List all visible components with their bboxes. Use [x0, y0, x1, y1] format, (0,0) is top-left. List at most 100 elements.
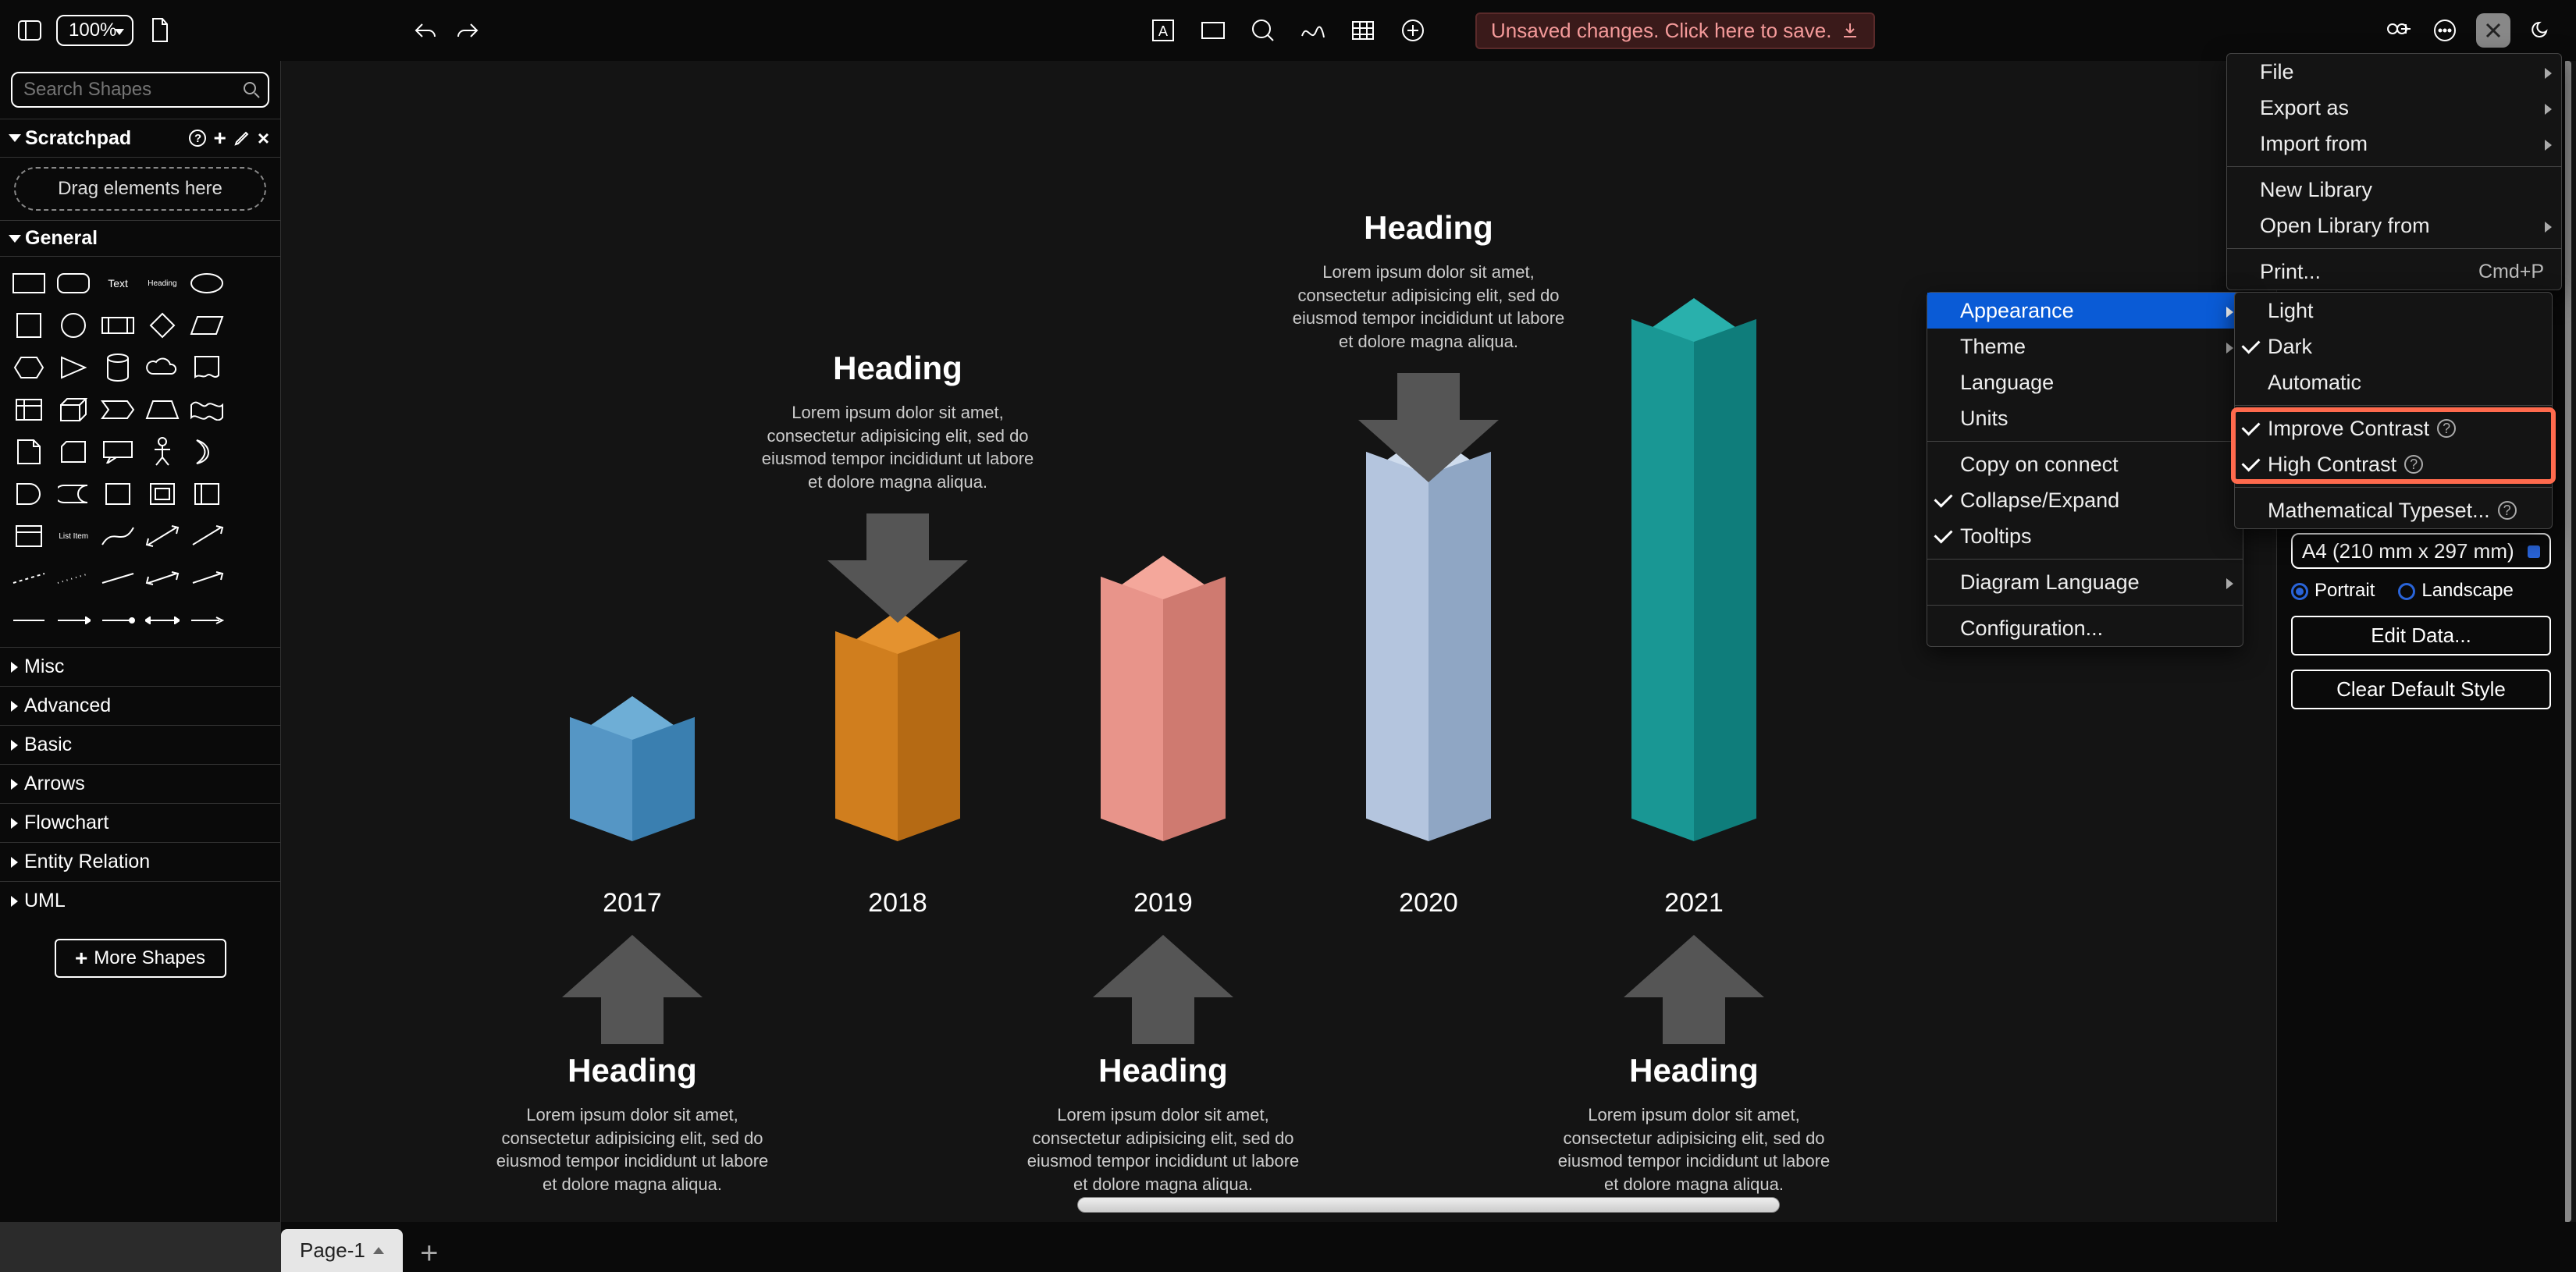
appearance-math-typeset[interactable]: Mathematical Typeset...?: [2235, 492, 2552, 528]
shape-container[interactable]: [98, 477, 138, 511]
menu-theme[interactable]: Theme: [1927, 329, 2243, 364]
shape-blank[interactable]: [231, 266, 271, 300]
shape-curve[interactable]: [98, 519, 138, 553]
shape-oarrow[interactable]: [187, 561, 226, 595]
shape-cylinder[interactable]: [98, 350, 138, 385]
edit-scratch-icon[interactable]: [233, 129, 251, 147]
menu-copy-on-connect[interactable]: Copy on connect: [1927, 446, 2243, 482]
shape-blank8[interactable]: [231, 561, 271, 595]
shape-blank5[interactable]: [231, 435, 271, 469]
more-menu-button[interactable]: [2429, 15, 2460, 46]
menu-open-library-from[interactable]: Open Library from: [2227, 208, 2561, 243]
shape-listitem[interactable]: List Item: [54, 519, 94, 553]
shape-note[interactable]: [9, 435, 49, 469]
menu-file[interactable]: File: [2227, 54, 2561, 90]
search-shapes-input[interactable]: [11, 72, 269, 108]
rect-tool-button[interactable]: [1197, 15, 1229, 46]
shape-doc[interactable]: [187, 350, 226, 385]
add-page-button[interactable]: +: [411, 1235, 448, 1272]
appearance-light[interactable]: Light: [2235, 293, 2552, 329]
shape-square[interactable]: [9, 308, 49, 343]
freehand-tool-button[interactable]: [1297, 15, 1329, 46]
menu-import-from[interactable]: Import from: [2227, 126, 2561, 162]
category-flowchart[interactable]: Flowchart: [0, 803, 280, 842]
shape-biline[interactable]: [142, 561, 182, 595]
shape-blank3[interactable]: [231, 350, 271, 385]
category-misc[interactable]: Misc: [0, 647, 280, 686]
category-arrows[interactable]: Arrows: [0, 764, 280, 803]
orientation-landscape[interactable]: Landscape: [2398, 580, 2513, 602]
shape-callout[interactable]: [98, 435, 138, 469]
zoom-select[interactable]: 100%: [56, 15, 133, 46]
app-logo-button[interactable]: [2476, 13, 2510, 48]
theme-toggle-button[interactable]: [2526, 15, 2557, 46]
insert-button[interactable]: [1397, 15, 1429, 46]
shape-internal[interactable]: [9, 393, 49, 427]
clear-style-button[interactable]: Clear Default Style: [2291, 670, 2551, 709]
more-shapes-button[interactable]: + More Shapes: [55, 939, 226, 978]
shape-card[interactable]: [54, 435, 94, 469]
shape-actor[interactable]: [142, 435, 182, 469]
menu-tooltips[interactable]: Tooltips: [1927, 518, 2243, 554]
close-scratch-icon[interactable]: ×: [258, 126, 269, 151]
horizontal-scrollbar[interactable]: [1077, 1197, 1780, 1213]
shape-dotted[interactable]: [54, 561, 94, 595]
appearance-dark[interactable]: Dark: [2235, 329, 2552, 364]
ellipse-tool-button[interactable]: [1247, 15, 1279, 46]
shape-step[interactable]: [98, 393, 138, 427]
shape-heading[interactable]: Heading: [142, 266, 182, 300]
shape-ellipse[interactable]: [187, 266, 226, 300]
help-icon[interactable]: ?: [2404, 455, 2423, 474]
redo-button[interactable]: [452, 15, 483, 46]
shape-conn5[interactable]: [187, 603, 226, 638]
menu-collapse-expand[interactable]: Collapse/Expand: [1927, 482, 2243, 518]
shape-triangle[interactable]: [54, 350, 94, 385]
shape-blank2[interactable]: [231, 308, 271, 343]
shape-conn4[interactable]: [142, 603, 182, 638]
shape-text[interactable]: Text: [98, 266, 138, 300]
shape-parallelogram[interactable]: [187, 308, 226, 343]
appearance-automatic[interactable]: Automatic: [2235, 364, 2552, 400]
shape-hex[interactable]: [9, 350, 49, 385]
category-uml[interactable]: UML: [0, 881, 280, 920]
text-tool-button[interactable]: A: [1147, 15, 1179, 46]
appearance-improve-contrast[interactable]: Improve Contrast?: [2235, 410, 2552, 446]
category-advanced[interactable]: Advanced: [0, 686, 280, 725]
unsaved-changes-banner[interactable]: Unsaved changes. Click here to save.: [1475, 12, 1875, 49]
new-page-button[interactable]: [144, 15, 176, 46]
menu-new-library[interactable]: New Library: [2227, 172, 2561, 208]
menu-configuration[interactable]: Configuration...: [1927, 610, 2243, 646]
menu-appearance[interactable]: Appearance: [1927, 293, 2243, 329]
shape-dashed[interactable]: [9, 561, 49, 595]
shape-cloud[interactable]: [142, 350, 182, 385]
shape-rounded[interactable]: [54, 266, 94, 300]
appearance-high-contrast[interactable]: High Contrast?: [2235, 446, 2552, 482]
shape-list[interactable]: [9, 519, 49, 553]
toggle-sidebar-button[interactable]: [14, 15, 45, 46]
shape-process[interactable]: [98, 308, 138, 343]
menu-print[interactable]: Print...Cmd+P: [2227, 254, 2561, 290]
scratchpad-header[interactable]: Scratchpad ? + ×: [0, 119, 280, 158]
help-icon[interactable]: ?: [188, 129, 207, 147]
menu-export-as[interactable]: Export as: [2227, 90, 2561, 126]
share-button[interactable]: [2382, 15, 2414, 46]
menu-language[interactable]: Language: [1927, 364, 2243, 400]
shape-blank4[interactable]: [231, 393, 271, 427]
orientation-portrait[interactable]: Portrait: [2291, 580, 2375, 602]
edit-data-button[interactable]: Edit Data...: [2291, 616, 2551, 656]
shape-datastore[interactable]: [54, 477, 94, 511]
shape-cube[interactable]: [54, 393, 94, 427]
shape-and[interactable]: [9, 477, 49, 511]
undo-button[interactable]: [410, 15, 441, 46]
shape-circle[interactable]: [54, 308, 94, 343]
menu-diagram-language[interactable]: Diagram Language: [1927, 564, 2243, 600]
shape-or[interactable]: [187, 435, 226, 469]
shape-arrow[interactable]: [187, 519, 226, 553]
shape-blank7[interactable]: [231, 519, 271, 553]
shape-blank9[interactable]: [231, 603, 271, 638]
shape-blank6[interactable]: [231, 477, 271, 511]
paper-size-select[interactable]: A4 (210 mm x 297 mm): [2291, 533, 2551, 569]
shape-trap[interactable]: [142, 393, 182, 427]
help-icon[interactable]: ?: [2437, 419, 2456, 438]
shape-biarrow[interactable]: [142, 519, 182, 553]
